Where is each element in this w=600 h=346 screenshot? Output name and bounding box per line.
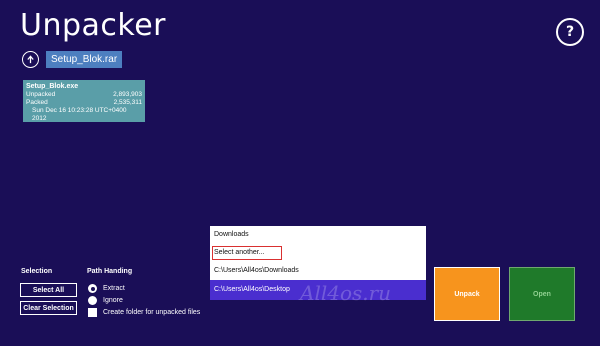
create-folder-label: Create folder for unpacked files (103, 309, 201, 316)
up-arrow-icon[interactable] (22, 51, 39, 68)
radio-extract-icon[interactable] (88, 284, 97, 293)
packed-value: 2,535,311 (113, 99, 142, 106)
help-button[interactable]: ? (556, 18, 584, 46)
radio-ignore[interactable]: Ignore (88, 296, 123, 305)
dropdown-item-downloads-path[interactable]: C:\Users\All4os\Downloads (210, 262, 426, 280)
radio-extract-label: Extract (103, 285, 125, 292)
selection-label: Selection (21, 268, 53, 275)
file-date: Sun Dec 16 10:23:28 UTC+0400 2012 (32, 107, 127, 122)
packed-label: Packed (26, 99, 48, 106)
unpacked-value: 2,893,903 (113, 91, 142, 98)
path-handling-label: Path Handing (87, 268, 133, 275)
arrow-up-icon (27, 55, 34, 64)
packed-row: Packed 2,535,311 (26, 99, 142, 107)
clear-selection-button[interactable]: Clear Selection (20, 301, 77, 315)
unpacked-row: Unpacked 2,893,903 (26, 91, 142, 99)
unpack-button[interactable]: Unpack (434, 267, 500, 321)
radio-ignore-icon[interactable] (88, 296, 97, 305)
create-folder-checkbox[interactable]: Create folder for unpacked files (88, 308, 200, 317)
select-all-button[interactable]: Select All (20, 283, 77, 297)
open-button[interactable]: Open (509, 267, 575, 321)
radio-ignore-label: Ignore (103, 297, 123, 304)
dropdown-item-select-another[interactable]: Select another... (210, 244, 284, 262)
watermark: All4os.ru (300, 281, 392, 305)
unpacked-label: Unpacked (26, 91, 56, 98)
file-tile[interactable]: Setup_Blok.exe Unpacked 2,893,903 Packed… (23, 80, 145, 122)
dropdown-item-downloads[interactable]: Downloads (210, 226, 426, 244)
checkbox-icon[interactable] (88, 308, 97, 317)
app-title: Unpacker (20, 8, 166, 43)
radio-extract[interactable]: Extract (88, 284, 125, 293)
file-name: Setup_Blok.exe (26, 83, 79, 90)
archive-name[interactable]: Setup_Blok.rar (46, 51, 123, 68)
